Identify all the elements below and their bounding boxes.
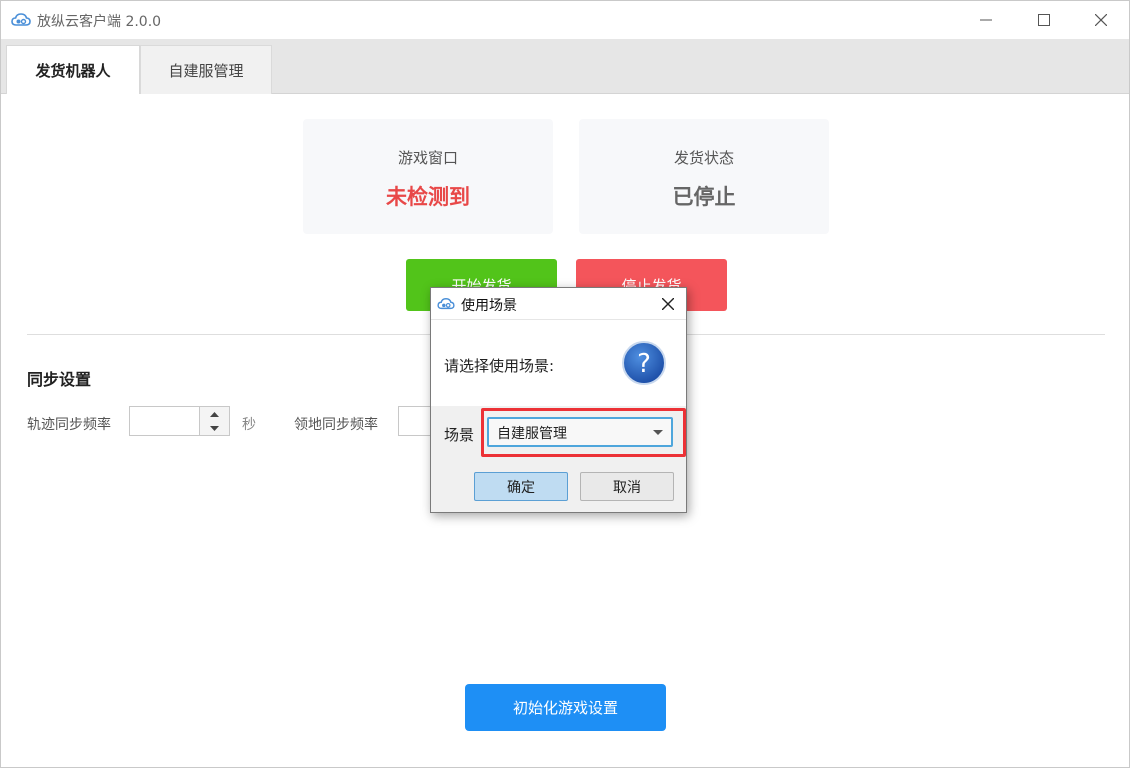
minimize-icon xyxy=(980,19,992,21)
delivery-status-label: 发货状态 xyxy=(673,149,734,167)
dialog-close-button[interactable] xyxy=(656,293,680,315)
track-sync-unit: 秒 xyxy=(242,417,256,433)
window-title: 放纵云客户端 2.0.0 xyxy=(37,14,162,30)
track-sync-down-button[interactable] xyxy=(200,421,229,435)
dialog-prompt: 请选择使用场景: xyxy=(444,357,555,375)
question-icon: ? xyxy=(622,341,666,385)
track-sync-arrows xyxy=(199,407,229,435)
track-sync-up-button[interactable] xyxy=(200,407,229,422)
track-sync-spinner xyxy=(129,406,230,436)
scene-dialog: 使用场景 请选择使用场景: ? 场景 自建服管理 确定 取消 xyxy=(430,287,687,513)
chevron-down-icon xyxy=(653,430,663,435)
delivery-status-card: 发货状态 已停止 xyxy=(579,119,829,234)
tab-delivery-robot[interactable]: 发货机器人 xyxy=(6,45,140,94)
arrow-up-icon xyxy=(210,411,219,417)
close-icon xyxy=(1095,14,1107,26)
cloud-logo-icon xyxy=(11,13,31,26)
game-window-status: 未检测到 xyxy=(386,185,470,209)
scene-label: 场景 xyxy=(444,426,475,444)
title-bar: 放纵云客户端 2.0.0 xyxy=(1,1,1129,39)
game-window-label: 游戏窗口 xyxy=(397,149,458,167)
track-sync-label: 轨迹同步频率 xyxy=(27,417,111,433)
scene-select[interactable]: 自建服管理 xyxy=(487,417,673,447)
territory-sync-label: 领地同步频率 xyxy=(294,417,378,433)
tab-self-server-management[interactable]: 自建服管理 xyxy=(140,45,272,94)
tab-bar: 发货机器人 自建服管理 xyxy=(1,39,1129,94)
minimize-button[interactable] xyxy=(957,1,1015,39)
close-icon xyxy=(662,298,674,310)
scene-select-value: 自建服管理 xyxy=(497,426,567,442)
dialog-body: 请选择使用场景: ? xyxy=(431,319,686,406)
maximize-button[interactable] xyxy=(1015,1,1073,39)
track-sync-input[interactable] xyxy=(130,407,199,435)
game-window-card: 游戏窗口 未检测到 xyxy=(303,119,553,234)
init-game-settings-button[interactable]: 初始化游戏设置 xyxy=(465,684,666,731)
cloud-logo-icon xyxy=(437,298,455,310)
svg-text:?: ? xyxy=(637,349,651,379)
confirm-button[interactable]: 确定 xyxy=(474,472,568,501)
maximize-icon xyxy=(1038,14,1050,26)
delivery-status-value: 已停止 xyxy=(672,185,736,209)
arrow-down-icon xyxy=(210,425,219,431)
close-button[interactable] xyxy=(1072,1,1130,39)
cancel-button[interactable]: 取消 xyxy=(580,472,674,501)
sync-settings-title: 同步设置 xyxy=(27,370,92,389)
dialog-title: 使用场景 xyxy=(461,298,517,314)
dialog-title-bar: 使用场景 xyxy=(431,288,686,319)
